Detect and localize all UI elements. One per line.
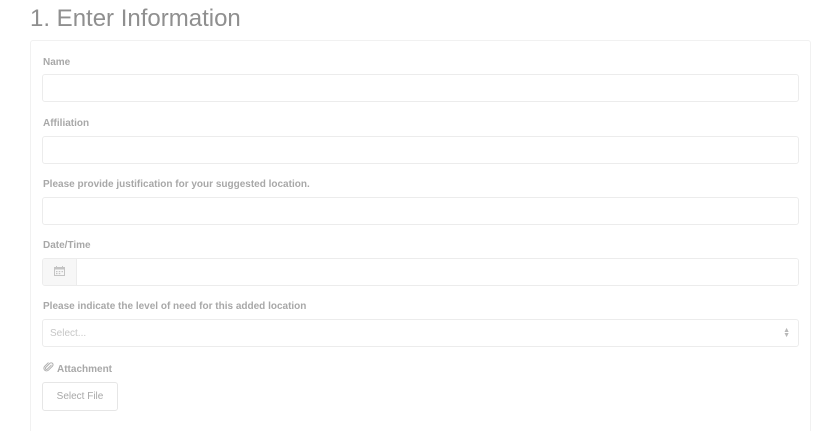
select-file-button[interactable]: Select File	[42, 382, 118, 411]
attachment-label: Attachment	[57, 363, 113, 375]
affiliation-label: Affiliation	[43, 118, 90, 129]
datetime-input[interactable]	[77, 259, 798, 285]
name-input[interactable]	[42, 74, 799, 102]
paperclip-icon	[43, 362, 54, 377]
need-level-label: Please indicate the level of need for th…	[43, 301, 307, 312]
need-level-placeholder: Select...	[50, 327, 87, 339]
select-arrows-icon: ▲ ▼	[783, 327, 790, 339]
calendar-icon	[54, 263, 65, 281]
section-title: 1. Enter Information	[30, 5, 241, 32]
need-level-select[interactable]: Select... ▲ ▼	[42, 319, 799, 347]
attachment-label-row: Attachment	[43, 362, 112, 377]
justification-label: Please provide justification for your su…	[43, 179, 310, 190]
name-label: Name	[43, 57, 71, 68]
affiliation-input[interactable]	[42, 136, 799, 164]
form-page: 1. Enter Information Name Affiliation Pl…	[0, 0, 820, 431]
justification-input[interactable]	[42, 197, 799, 225]
calendar-button[interactable]	[43, 259, 77, 285]
datetime-label: Date/Time	[43, 240, 91, 251]
datetime-field	[42, 258, 799, 286]
